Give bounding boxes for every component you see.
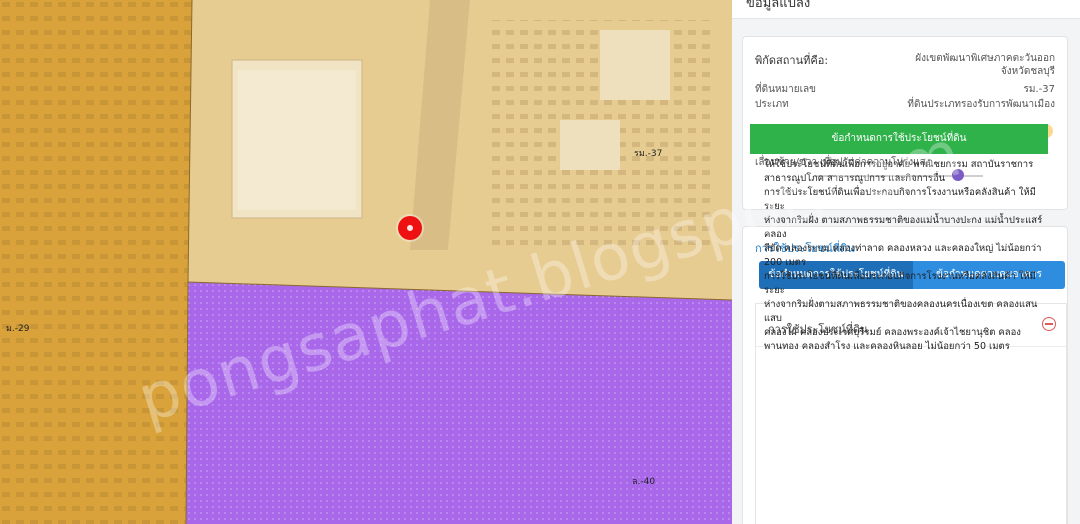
panel-header: ข้อมูลแปลง (732, 0, 1080, 19)
zone-label-m29: ม.-29 (6, 324, 30, 334)
zone-label-l40: ล.-40 (632, 477, 656, 487)
land-use-line: 200 เมตร (764, 257, 806, 268)
land-use-line: สียัด คลองระบม คลองท่าลาด คลองหลวง และคล… (764, 243, 1042, 254)
type-label: ประเภท (755, 99, 789, 110)
location-label: พิกัดสถานที่คือ: (755, 54, 829, 67)
zone-no-label: ที่ดินหมายเลข (755, 84, 816, 95)
location-row: พิกัดสถานที่คือ: ผังเขตพัฒนาพิเศษภาคตะวั… (755, 51, 1055, 81)
zone-no-value: รม.-37 (1023, 84, 1055, 95)
land-use-table-head: ข้อกำหนดการใช้ประโยชน์ที่ดิน (750, 124, 1048, 154)
land-use-line: การใช้ประโยชน์ที่ดินเพื่อประกอบกิจการโรง… (764, 271, 1036, 296)
land-use-line: การใช้ประโยชน์ที่ดินเพื่อประกอบกิจการโรง… (764, 187, 1036, 212)
land-use-line: ให้ใช้ประโยชน์ที่ดินเพื่อการอยู่อาศัย พา… (764, 159, 1034, 170)
land-use-text: ให้ใช้ประโยชน์ที่ดินเพื่อการอยู่อาศัย พา… (764, 158, 1046, 354)
land-use-line: สาธารณูปโภค สาธารณูปการ และกิจการอื่น (764, 173, 946, 184)
land-use-line: พานทอง คลองสำโรง และคลองหินลอย ไม่น้อยกว… (764, 341, 1010, 352)
zone-label-rm37: รม.-37 (634, 149, 663, 159)
type-value: ที่ดินประเภทรองรับการพัฒนาเมือง (907, 99, 1055, 110)
map-canvas (0, 0, 732, 524)
land-use-line: คลองไผ่ คลองประเวศบุรีรมย์ คลองพระองค์เจ… (764, 327, 1021, 338)
location-value-2: จังหวัดชลบุรี (1000, 66, 1055, 77)
panel-header-title: ข้อมูลแปลง (746, 0, 811, 11)
map-view[interactable]: รม.-37 ม.-29 ล.-40 (0, 0, 732, 524)
location-dot-icon[interactable] (398, 216, 422, 240)
info-panel: ข้อมูลแปลง พิกัดสถานที่คือ: ผังเขตพัฒนาพ… (732, 0, 1080, 524)
land-use-line: ห่างจากริมฝั่ง ตามสภาพธรรมชาติของแม่น้ำบ… (764, 215, 1043, 240)
zone-no-row: ที่ดินหมายเลข รม.-37 (755, 82, 1055, 96)
land-use-line: ห่างจากริมฝั่งตามสภาพธรรมชาติของคลองนครเ… (764, 299, 1038, 324)
type-row: ประเภท ที่ดินประเภทรองรับการพัฒนาเมือง (755, 97, 1055, 111)
